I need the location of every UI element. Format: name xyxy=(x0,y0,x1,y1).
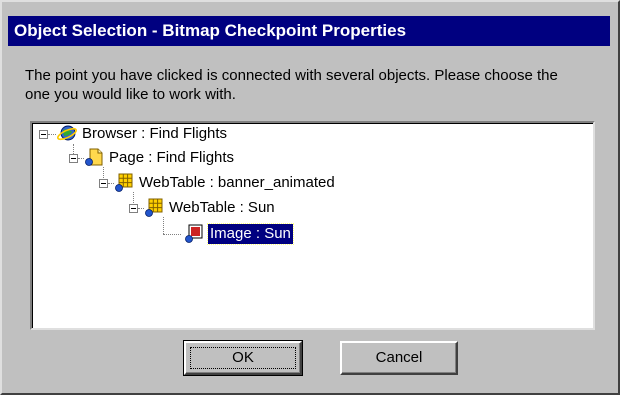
tree-node-webtable-banner[interactable]: WebTable : banner_animated xyxy=(137,173,337,193)
ok-button[interactable]: OK xyxy=(183,340,303,376)
cancel-button-label: Cancel xyxy=(375,349,423,366)
collapse-toggle-webtable-banner[interactable] xyxy=(99,179,108,188)
webtable-icon xyxy=(145,198,163,217)
tree-node-image-sun[interactable]: Image : Sun xyxy=(207,223,294,245)
focus-rectangle xyxy=(190,347,296,369)
instruction-message: The point you have clicked is connected … xyxy=(25,67,558,103)
tree-node-webtable-sun[interactable]: WebTable : Sun xyxy=(167,198,277,218)
object-tree[interactable]: Browser : Find Flights Page : Find Fligh… xyxy=(30,121,595,330)
tree-node-page[interactable]: Page : Find Flights xyxy=(107,148,236,168)
page-icon xyxy=(85,148,103,166)
collapse-toggle-browser[interactable] xyxy=(39,130,48,139)
webtable-icon xyxy=(115,173,133,192)
collapse-toggle-page[interactable] xyxy=(69,154,78,163)
image-icon xyxy=(185,224,203,243)
cancel-button[interactable]: Cancel xyxy=(340,341,458,375)
collapse-toggle-webtable-sun[interactable] xyxy=(129,204,138,213)
dialog-title: Object Selection - Bitmap Checkpoint Pro… xyxy=(8,16,610,46)
tree-node-browser[interactable]: Browser : Find Flights xyxy=(80,124,229,144)
dialog-window: Object Selection - Bitmap Checkpoint Pro… xyxy=(0,0,620,395)
browser-icon xyxy=(57,125,77,141)
